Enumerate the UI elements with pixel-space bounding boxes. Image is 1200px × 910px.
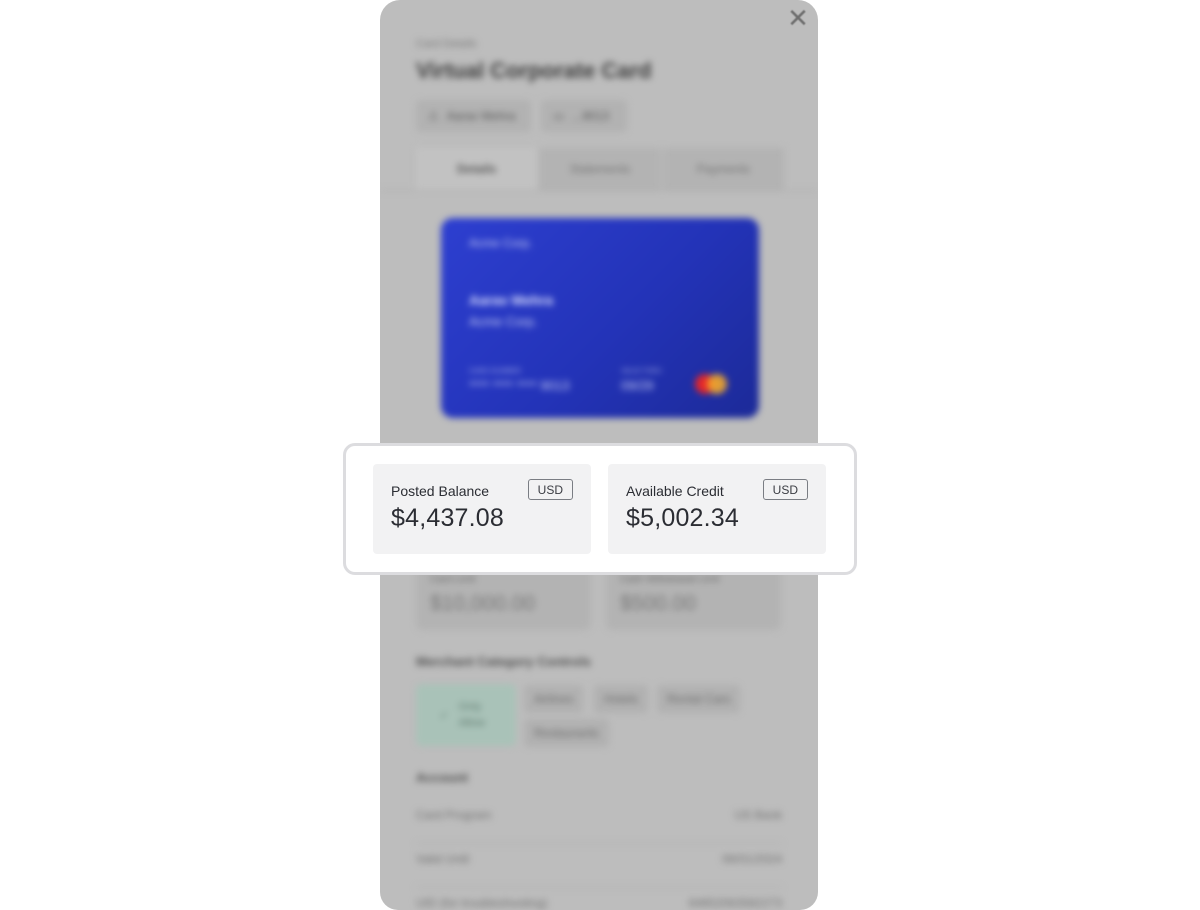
close-icon[interactable]: ✕ bbox=[786, 5, 810, 31]
card-limit-label: Card Limit bbox=[430, 574, 476, 585]
posted-balance-amount: $4,437.08 bbox=[391, 504, 505, 532]
check-icon: ✓ bbox=[439, 709, 449, 722]
tab-details[interactable]: Details bbox=[416, 148, 538, 190]
mcc-chip-restaurants[interactable]: Restaurants bbox=[524, 719, 609, 747]
cash-limit-amount: $500.00 bbox=[620, 592, 696, 615]
only-allow-toggle[interactable]: ✓ Only Allow bbox=[416, 684, 516, 746]
card-company-top: Acme Corp. bbox=[469, 236, 533, 250]
account-row: UID (for troubleshooting) 64852063582273 bbox=[416, 888, 782, 910]
card-number-chip[interactable]: ▭ ...9013 bbox=[541, 100, 627, 132]
available-credit-label: Available Credit bbox=[626, 483, 724, 499]
merchant-controls-heading: Merchant Category Controls bbox=[416, 654, 591, 669]
card-holder-name: Aarav Mehra bbox=[469, 292, 554, 308]
owner-chip-label: Aarav Mehra bbox=[446, 109, 516, 123]
card-number-chip-label: ...9013 bbox=[572, 109, 610, 123]
page-title: Virtual Corporate Card bbox=[416, 58, 652, 83]
account-heading: Account bbox=[416, 770, 468, 785]
posted-currency-badge: USD bbox=[527, 479, 573, 500]
card-expiry: 09/29 bbox=[621, 378, 654, 393]
mcc-chip-hotels[interactable]: Hotels bbox=[594, 685, 649, 713]
available-currency-badge: USD bbox=[762, 479, 808, 500]
posted-balance-label: Posted Balance bbox=[391, 483, 490, 499]
card-number-label: CARD NUMBER bbox=[469, 368, 522, 375]
card-limit-amount: $10,000.00 bbox=[430, 592, 536, 615]
card-limit-box: Card Limit $10,000.00 bbox=[416, 566, 591, 630]
user-icon: ⚠ bbox=[428, 109, 439, 123]
card-company: Acme Corp. bbox=[469, 314, 538, 329]
account-row-key: UID (for troubleshooting) bbox=[416, 896, 548, 910]
mastercard-logo-icon bbox=[695, 372, 731, 396]
available-credit-amount: $5,002.34 bbox=[626, 504, 740, 532]
account-row-value: US Bank bbox=[734, 808, 782, 822]
only-allow-label: Only Allow bbox=[458, 701, 485, 729]
tab-divider bbox=[380, 190, 818, 191]
account-row-value: 06/01/2024 bbox=[721, 852, 782, 866]
account-row: Card Program US Bank bbox=[416, 800, 782, 844]
mcc-chip-airlines[interactable]: Airlines bbox=[524, 685, 584, 713]
mcc-chip-rental-cars[interactable]: Rental Cars bbox=[657, 685, 741, 713]
account-row-key: Valid Until bbox=[416, 852, 470, 866]
owner-chip[interactable]: ⚠ Aarav Mehra bbox=[416, 100, 531, 132]
card-expiry-label: VALID THRU bbox=[621, 368, 662, 375]
balance-highlight: Posted Balance USD $4,437.08 Available C… bbox=[343, 443, 857, 575]
card-icon: ▭ bbox=[553, 109, 565, 123]
tab-payments[interactable]: Payments bbox=[662, 148, 784, 190]
tab-bar: Details Statements Payments bbox=[416, 148, 784, 190]
tab-statements[interactable]: Statements bbox=[539, 148, 661, 190]
cash-limit-box: Cash Withdrawal Limit $500.00 bbox=[606, 566, 781, 630]
available-credit-card: Available Credit USD $5,002.34 bbox=[608, 464, 826, 554]
posted-balance-card: Posted Balance USD $4,437.08 bbox=[373, 464, 591, 554]
account-row-key: Card Program bbox=[416, 808, 492, 822]
cash-limit-label: Cash Withdrawal Limit bbox=[620, 574, 720, 585]
panel-eyebrow: Card Details bbox=[416, 38, 477, 50]
account-row-value: 64852063582273 bbox=[688, 896, 782, 910]
account-row: Valid Until 06/01/2024 bbox=[416, 844, 782, 888]
virtual-card: Acme Corp. Aarav Mehra Acme Corp. CARD N… bbox=[441, 218, 759, 418]
card-number: **** **** **** 9013 bbox=[469, 378, 570, 393]
